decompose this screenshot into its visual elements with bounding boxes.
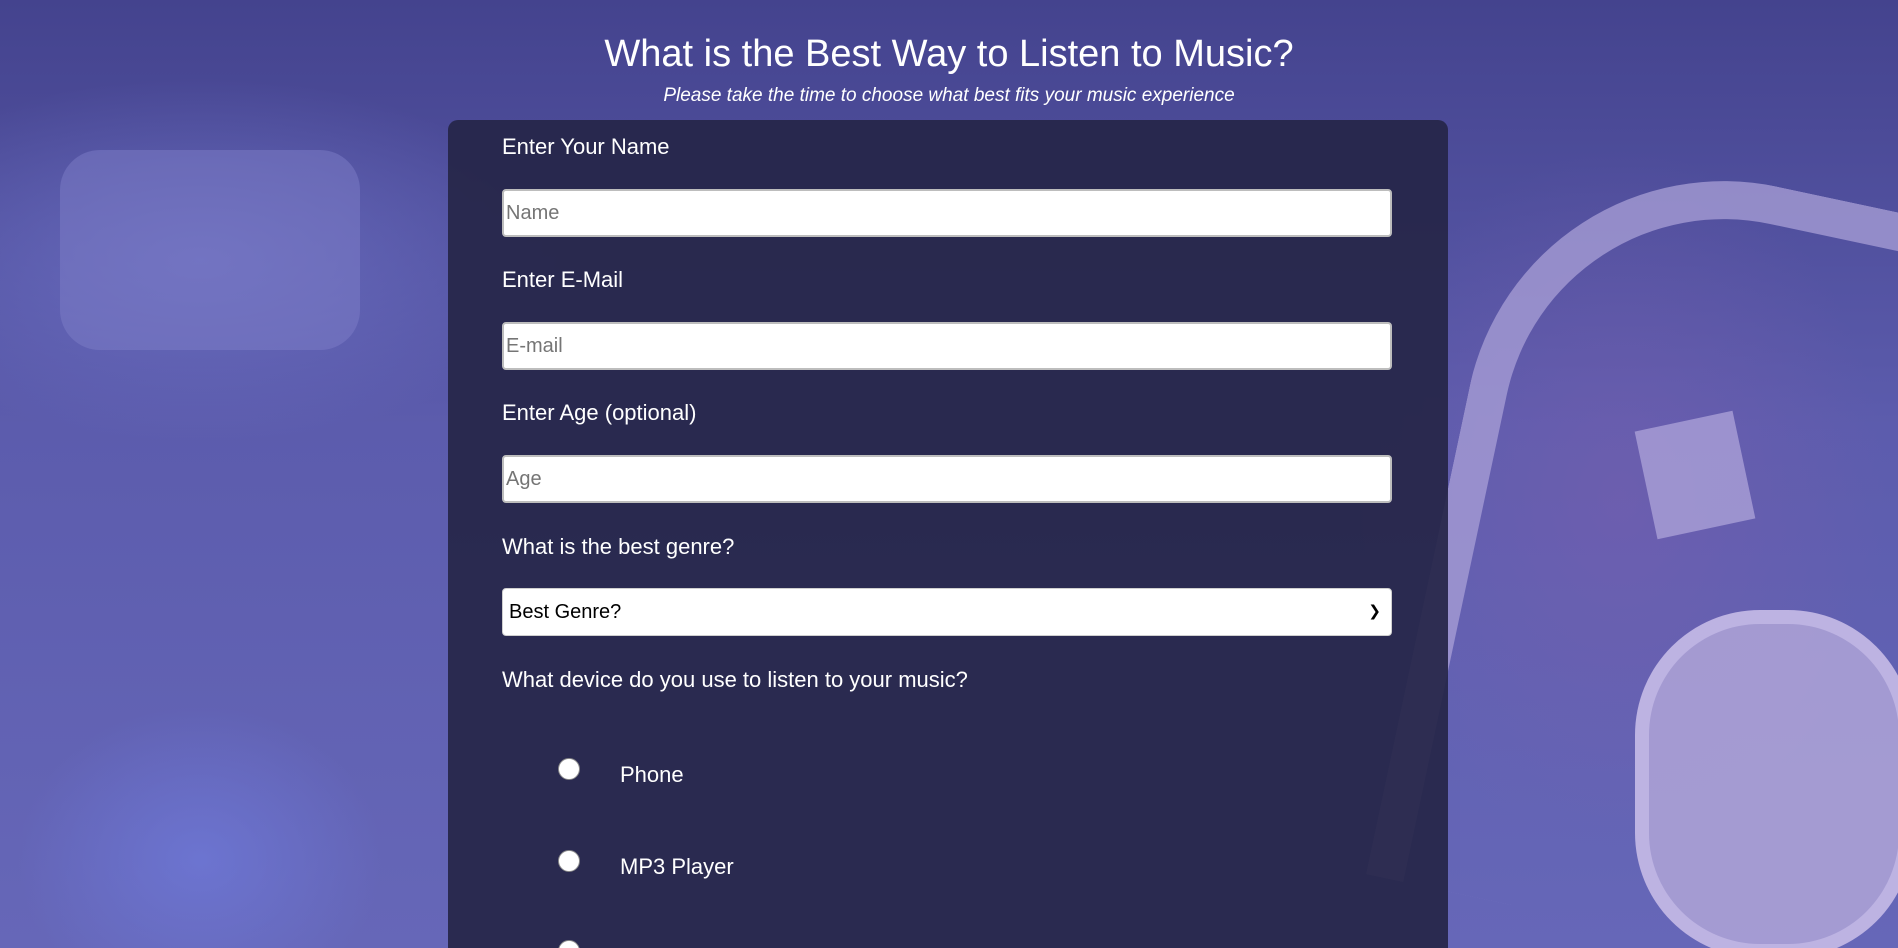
radio-button-mp3-player[interactable] [558,850,580,872]
email-field-group: Enter E-Mail [502,267,1392,370]
background-blur-shape [60,150,360,350]
radio-button-third[interactable] [558,940,580,948]
headphone-cup-graphic [1635,610,1898,948]
age-input[interactable] [502,455,1392,503]
genre-field-group: What is the best genre? Best Genre? ❯ [502,534,1392,636]
page-title: What is the Best Way to Listen to Music? [604,33,1294,75]
age-field-group: Enter Age (optional) [502,400,1392,503]
device-field-group: What device do you use to listen to your… [502,667,1392,693]
radio-button-phone[interactable] [558,758,580,780]
genre-label: What is the best genre? [502,534,735,559]
name-label: Enter Your Name [502,134,670,159]
page-subtitle: Please take the time to choose what best… [663,85,1235,106]
radio-label-mp3-player: MP3 Player [620,854,734,879]
genre-select-value: Best Genre? [509,601,622,623]
name-field-group: Enter Your Name [502,134,1392,237]
radio-label-phone: Phone [620,762,684,787]
page-background: What is the Best Way to Listen to Music?… [0,0,1898,948]
genre-select[interactable]: Best Genre? ❯ [502,588,1392,636]
email-input[interactable] [502,322,1392,370]
age-label: Enter Age (optional) [502,400,697,425]
device-label: What device do you use to listen to your… [502,667,968,692]
name-input[interactable] [502,189,1392,237]
email-label: Enter E-Mail [502,267,624,292]
chevron-down-icon: ❯ [1368,603,1381,620]
survey-form: Enter Your Name Enter E-Mail Enter Age (… [448,120,1448,948]
